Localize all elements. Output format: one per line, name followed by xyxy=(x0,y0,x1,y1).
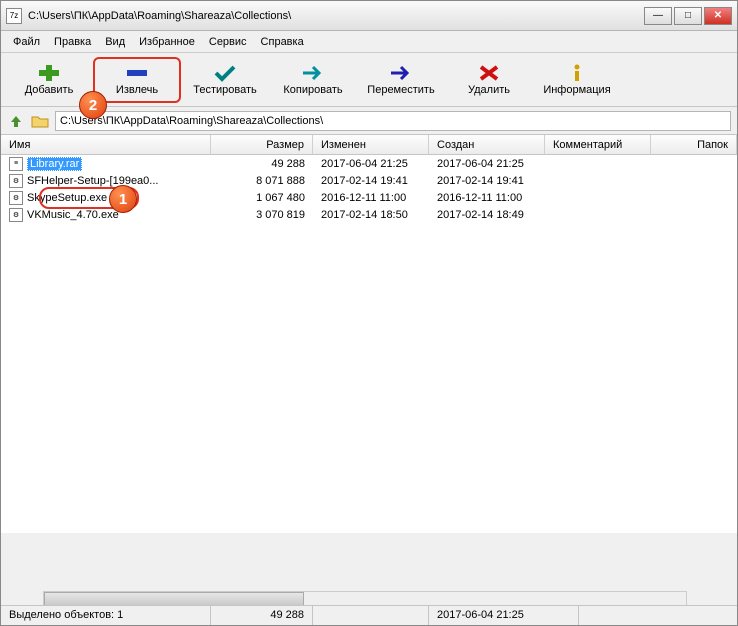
menu-edit[interactable]: Правка xyxy=(48,33,97,51)
file-name: Library.rar xyxy=(27,157,82,171)
file-modified: 2017-02-14 19:41 xyxy=(313,175,429,187)
arrow-right-icon xyxy=(300,64,326,82)
exe-file-icon: ⚙ xyxy=(9,174,23,188)
annotation-badge-2: 2 xyxy=(79,91,107,119)
file-modified: 2016-12-11 11:00 xyxy=(313,192,429,204)
status-selection: Выделено объектов: 1 xyxy=(1,606,211,625)
file-modified: 2017-02-14 18:50 xyxy=(313,209,429,221)
header-folders[interactable]: Папок xyxy=(651,135,737,154)
app-icon: 7z xyxy=(6,8,22,24)
exe-file-icon: ⚙ xyxy=(9,191,23,205)
addressbar: C:\Users\ПК\AppData\Roaming\Shareaza\Col… xyxy=(1,107,737,135)
file-name: VKMusic_4.70.exe xyxy=(27,209,119,221)
header-size[interactable]: Размер xyxy=(211,135,313,154)
exe-file-icon: ⚙ xyxy=(9,208,23,222)
folder-icon xyxy=(31,114,49,128)
address-input[interactable]: C:\Users\ПК\AppData\Roaming\Shareaza\Col… xyxy=(55,111,731,131)
test-label: Тестировать xyxy=(193,84,257,96)
file-created: 2016-12-11 11:00 xyxy=(429,192,545,204)
menu-file[interactable]: Файл xyxy=(7,33,46,51)
file-created: 2017-02-14 18:49 xyxy=(429,209,545,221)
menubar: Файл Правка Вид Избранное Сервис Справка xyxy=(1,31,737,53)
file-list[interactable]: ≡ Library.rar 49 288 2017-06-04 21:25 20… xyxy=(1,155,737,533)
add-button[interactable]: Добавить xyxy=(5,57,93,103)
file-size: 8 071 888 xyxy=(211,175,313,187)
minus-icon xyxy=(124,64,150,82)
header-created[interactable]: Создан xyxy=(429,135,545,154)
header-comment[interactable]: Комментарий xyxy=(545,135,651,154)
window-buttons: — □ ✕ xyxy=(644,7,732,25)
menu-tools[interactable]: Сервис xyxy=(203,33,253,51)
list-item[interactable]: ≡ Library.rar 49 288 2017-06-04 21:25 20… xyxy=(1,155,737,172)
file-created: 2017-06-04 21:25 xyxy=(429,158,545,170)
status-empty xyxy=(313,606,429,625)
window-title: C:\Users\ПК\AppData\Roaming\Shareaza\Col… xyxy=(28,10,644,22)
x-icon xyxy=(476,64,502,82)
minimize-button[interactable]: — xyxy=(644,7,672,25)
titlebar: 7z C:\Users\ПК\AppData\Roaming\Shareaza\… xyxy=(1,1,737,31)
extract-button[interactable]: Извлечь xyxy=(93,57,181,103)
rar-file-icon: ≡ xyxy=(9,157,23,171)
status-size: 49 288 xyxy=(211,606,313,625)
test-button[interactable]: Тестировать xyxy=(181,57,269,103)
header-name[interactable]: Имя xyxy=(1,135,211,154)
arrow-move-icon xyxy=(388,64,414,82)
statusbar: Выделено объектов: 1 49 288 2017-06-04 2… xyxy=(1,605,737,625)
copy-label: Копировать xyxy=(283,84,342,96)
delete-label: Удалить xyxy=(468,84,510,96)
copy-button[interactable]: Копировать xyxy=(269,57,357,103)
info-button[interactable]: Информация xyxy=(533,57,621,103)
file-size: 3 070 819 xyxy=(211,209,313,221)
file-created: 2017-02-14 19:41 xyxy=(429,175,545,187)
close-button[interactable]: ✕ xyxy=(704,7,732,25)
check-icon xyxy=(212,64,238,82)
scroll-thumb[interactable] xyxy=(44,592,304,606)
app-window: 7z C:\Users\ПК\AppData\Roaming\Shareaza\… xyxy=(0,0,738,626)
move-label: Переместить xyxy=(367,84,434,96)
up-button[interactable] xyxy=(7,112,25,130)
maximize-button[interactable]: □ xyxy=(674,7,702,25)
info-icon xyxy=(564,64,590,82)
delete-button[interactable]: Удалить xyxy=(445,57,533,103)
file-name: SFHelper-Setup-[199ea0... xyxy=(27,175,158,187)
extract-label: Извлечь xyxy=(116,84,158,96)
file-size: 1 067 480 xyxy=(211,192,313,204)
menu-view[interactable]: Вид xyxy=(99,33,131,51)
header-modified[interactable]: Изменен xyxy=(313,135,429,154)
file-modified: 2017-06-04 21:25 xyxy=(313,158,429,170)
file-size: 49 288 xyxy=(211,158,313,170)
annotation-badge-1: 1 xyxy=(109,185,137,213)
column-headers: Имя Размер Изменен Создан Комментарий Па… xyxy=(1,135,737,155)
status-date: 2017-06-04 21:25 xyxy=(429,606,579,625)
menu-fav[interactable]: Избранное xyxy=(133,33,201,51)
info-label: Информация xyxy=(543,84,610,96)
add-label: Добавить xyxy=(25,84,74,96)
plus-icon xyxy=(36,64,62,82)
move-button[interactable]: Переместить xyxy=(357,57,445,103)
menu-help[interactable]: Справка xyxy=(255,33,310,51)
toolbar: Добавить Извлечь Тестировать Копировать … xyxy=(1,53,737,107)
